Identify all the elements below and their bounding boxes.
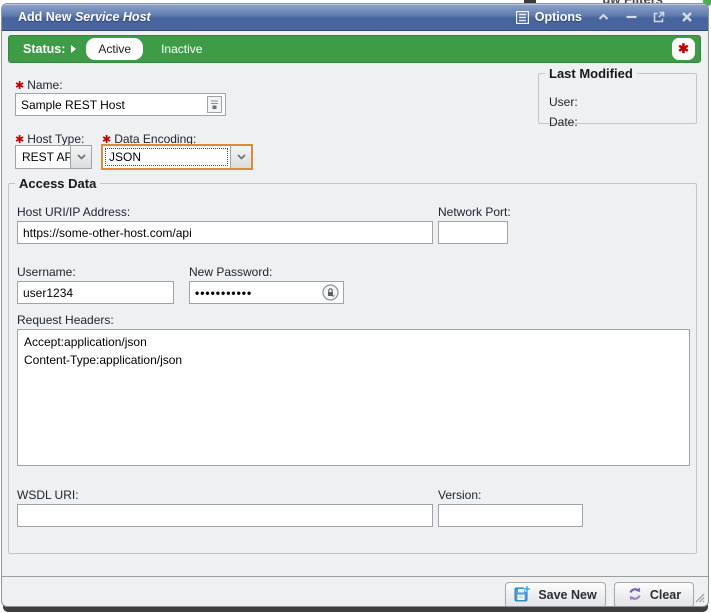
- version-label: Version:: [438, 488, 481, 502]
- dialog-title: Add New Service Host: [2, 10, 151, 24]
- clear-button[interactable]: Clear: [614, 582, 694, 607]
- collapse-icon[interactable]: [596, 10, 610, 24]
- save-new-label: Save New: [538, 588, 596, 602]
- wsdl-uri-input[interactable]: [17, 504, 433, 527]
- name-input[interactable]: [15, 93, 226, 116]
- data-encoding-value: JSON: [103, 146, 230, 168]
- host-uri-label: Host URI/IP Address:: [17, 205, 130, 219]
- chevron-down-icon: [70, 146, 91, 168]
- version-input[interactable]: [438, 504, 583, 527]
- status-inactive-button[interactable]: Inactive: [149, 38, 214, 60]
- options-button[interactable]: Options: [516, 10, 582, 24]
- status-active-button[interactable]: Active: [86, 38, 143, 60]
- expand-text-icon[interactable]: [207, 96, 222, 113]
- minimize-icon[interactable]: [624, 10, 638, 24]
- username-label: Username:: [17, 265, 76, 279]
- host-type-select[interactable]: REST API: [15, 145, 92, 169]
- status-label: Status:: [23, 42, 65, 56]
- network-port-label: Network Port:: [438, 205, 511, 219]
- username-input[interactable]: [17, 281, 174, 304]
- password-lock-icon[interactable]: [322, 284, 339, 304]
- save-new-button[interactable]: Save New: [505, 582, 606, 607]
- popout-icon[interactable]: [652, 10, 666, 24]
- add-service-host-dialog: Add New Service Host Options: [1, 3, 709, 607]
- name-label: ✱Name:: [15, 78, 63, 92]
- save-icon: [514, 585, 531, 605]
- required-fields-badge: ✱: [672, 38, 695, 60]
- access-data-legend: Access Data: [15, 176, 100, 191]
- chevron-down-icon: [230, 146, 251, 168]
- required-asterisk: ✱: [15, 80, 24, 92]
- data-encoding-select[interactable]: JSON: [101, 144, 253, 170]
- refresh-icon: [627, 586, 643, 605]
- clear-label: Clear: [650, 588, 681, 602]
- close-icon[interactable]: [680, 10, 694, 24]
- options-grid-icon: [516, 10, 530, 24]
- password-input[interactable]: [189, 281, 344, 304]
- dialog-titlebar[interactable]: Add New Service Host Options: [2, 4, 708, 31]
- access-data-group: Access Data Host URI/IP Address: Network…: [8, 176, 697, 554]
- host-uri-input[interactable]: [17, 221, 433, 244]
- resize-grip[interactable]: [693, 591, 705, 603]
- password-label: New Password:: [189, 265, 272, 279]
- last-modified-legend: Last Modified: [545, 66, 637, 81]
- wsdl-uri-label: WSDL URI:: [17, 488, 79, 502]
- status-caret-icon: [71, 45, 76, 53]
- last-modified-group: Last Modified User: Date:: [538, 66, 697, 124]
- network-port-input[interactable]: [438, 221, 508, 244]
- last-modified-date-row: Date:: [549, 115, 578, 129]
- last-modified-user-row: User:: [549, 95, 578, 109]
- request-headers-label: Request Headers:: [17, 313, 114, 327]
- footer-divider: [2, 576, 708, 577]
- host-type-label: ✱Host Type:: [15, 132, 84, 146]
- host-type-value: REST API: [16, 146, 70, 168]
- options-label: Options: [535, 10, 582, 24]
- request-headers-textarea[interactable]: Accept:application/json Content-Type:app…: [17, 329, 690, 466]
- status-toggle-bar: Status: Active Inactive ✱: [8, 35, 701, 63]
